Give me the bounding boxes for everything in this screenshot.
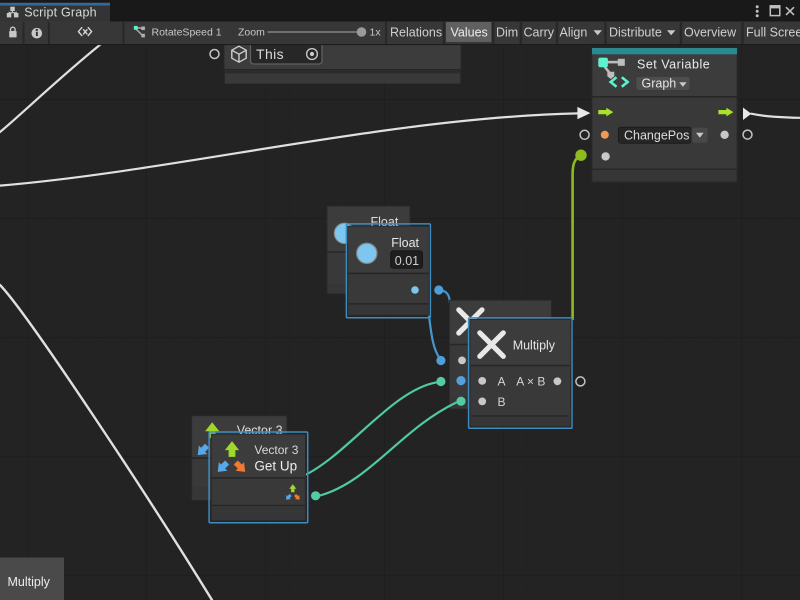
svg-text:A × B: A × B — [516, 375, 545, 389]
svg-text:Carry: Carry — [524, 25, 555, 39]
svg-text:B: B — [498, 395, 506, 409]
svg-text:Values: Values — [451, 25, 488, 39]
svg-text:Multiply: Multiply — [513, 338, 556, 352]
svg-text:Dim: Dim — [496, 25, 518, 39]
svg-text:Float: Float — [391, 236, 419, 250]
svg-text:Relations: Relations — [390, 25, 442, 39]
svg-text:0.01: 0.01 — [395, 254, 419, 268]
svg-text:Overview: Overview — [684, 25, 737, 39]
svg-text:Zoom: Zoom — [238, 27, 265, 39]
svg-text:Full Screen: Full Screen — [746, 25, 800, 39]
svg-text:RotateSpeed 1: RotateSpeed 1 — [152, 27, 222, 39]
svg-text:1x: 1x — [370, 27, 382, 39]
svg-text:Multiply: Multiply — [8, 575, 51, 589]
svg-text:A: A — [498, 375, 506, 389]
svg-text:Graph: Graph — [642, 77, 677, 91]
svg-text:Script Graph: Script Graph — [24, 5, 97, 19]
svg-text:Set Variable: Set Variable — [637, 57, 710, 71]
svg-text:ChangePos: ChangePos — [624, 128, 689, 142]
svg-text:Get Up: Get Up — [254, 459, 297, 474]
svg-text:This: This — [256, 46, 284, 62]
svg-text:Align: Align — [560, 25, 588, 39]
svg-text:Vector 3: Vector 3 — [254, 443, 298, 457]
svg-text:Distribute: Distribute — [609, 25, 662, 39]
